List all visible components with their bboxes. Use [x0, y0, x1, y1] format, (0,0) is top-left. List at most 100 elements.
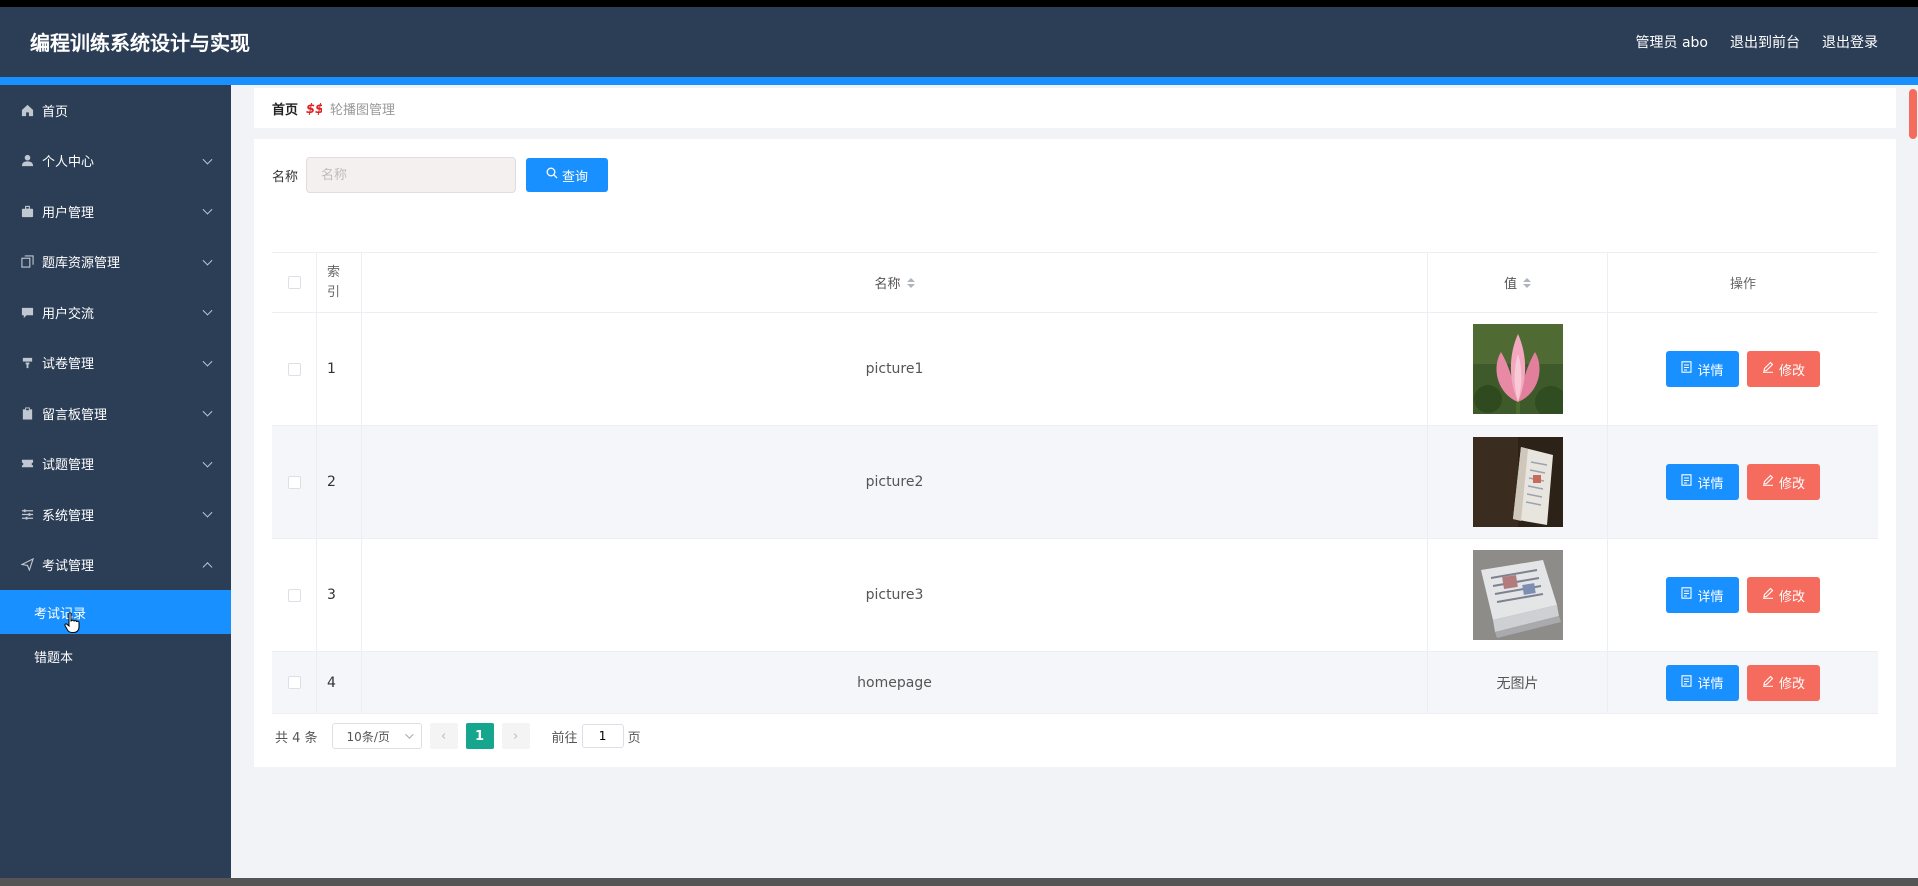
briefcase-icon: [20, 204, 34, 218]
sidebar-item-system-management[interactable]: 系统管理: [0, 489, 231, 540]
user-icon: [20, 154, 34, 168]
sidebar-item-user-exchange[interactable]: 用户交流: [0, 287, 231, 338]
edit-button[interactable]: 修改: [1747, 664, 1820, 701]
edit-button-label: 修改: [1778, 363, 1805, 379]
admin-user-label: 管理员 abo: [1635, 35, 1708, 51]
sidebar: 首页 个人中心 用户管理 题库资源管理 用户交流 试卷管理 留言板管理 试题管理…: [0, 85, 231, 886]
row-name: homepage: [857, 674, 932, 691]
detail-button[interactable]: 详情: [1666, 577, 1739, 613]
row-checkbox[interactable]: [287, 362, 301, 376]
edit-button-label: 修改: [1778, 677, 1805, 692]
row-index: 4: [317, 652, 362, 713]
row-checkbox-cell: [272, 426, 317, 538]
newspaper-thumbnail[interactable]: [1472, 550, 1563, 640]
row-checkbox[interactable]: [287, 588, 301, 602]
row-checkbox-cell: [272, 313, 317, 425]
row-checkbox[interactable]: [287, 676, 301, 689]
edit-button-label: 修改: [1778, 589, 1805, 605]
row-value-cell: 无图片: [1428, 652, 1608, 713]
book-thumbnail[interactable]: [1472, 437, 1563, 527]
breadcrumb-home[interactable]: 首页: [272, 99, 298, 118]
name-search-input[interactable]: [306, 157, 517, 193]
select-all-cell: [272, 253, 317, 312]
row-value-cell: [1428, 539, 1608, 651]
detail-button-label: 详情: [1697, 589, 1724, 605]
sidebar-item-label: 用户管理: [42, 205, 95, 221]
exit-to-frontend-link[interactable]: 退出到前台: [1730, 32, 1800, 52]
chevron-down-icon: [202, 255, 213, 266]
logout-link[interactable]: 退出登录: [1822, 32, 1878, 52]
sidebar-item-label: 首页: [42, 104, 69, 120]
row-index: 1: [317, 313, 362, 425]
sidebar-item-exam-management[interactable]: 考试管理: [0, 540, 231, 591]
detail-button[interactable]: 详情: [1666, 664, 1739, 701]
chevron-down-icon: [202, 406, 213, 417]
row-name-cell: picture1: [362, 313, 1428, 425]
row-index: 3: [317, 539, 362, 651]
edit-button[interactable]: 修改: [1747, 464, 1820, 500]
page-size-select[interactable]: 10条/页: [331, 723, 422, 749]
goto-page-input[interactable]: [581, 724, 624, 748]
page-number-current[interactable]: 1: [465, 723, 494, 749]
header-actions: 管理员 abo 退出到前台 退出登录: [1636, 32, 1878, 52]
sidebar-item-message-board[interactable]: 留言板管理: [0, 388, 231, 439]
sliders-icon: [20, 507, 34, 521]
sidebar-item-label: 个人中心: [42, 155, 95, 171]
pagination: 共 4 条 10条/页 ‹ 1 › 前往 页: [272, 723, 641, 749]
detail-button-label: 详情: [1697, 363, 1724, 379]
row-actions: 详情 修改: [1608, 652, 1878, 713]
chevron-right-icon: ›: [512, 728, 519, 744]
search-bar: 名称 查询: [272, 157, 609, 193]
detail-button[interactable]: 详情: [1666, 464, 1739, 500]
chevron-down-icon: [202, 507, 213, 518]
scrollbar-thumb[interactable]: [1909, 89, 1917, 139]
edit-button-label: 修改: [1778, 476, 1805, 492]
sort-icon[interactable]: [1523, 277, 1531, 288]
window-top-border: [0, 0, 1918, 7]
document-icon: [1681, 587, 1693, 603]
row-name: picture1: [865, 361, 924, 377]
column-header-value[interactable]: 值: [1428, 253, 1608, 312]
sidebar-subitem-wrong-questions[interactable]: 错题本: [0, 634, 231, 678]
copy-icon: [20, 255, 34, 269]
edit-icon: [1762, 361, 1774, 377]
lotus-thumbnail[interactable]: [1472, 324, 1563, 414]
chevron-down-icon: [202, 305, 213, 316]
sidebar-item-label: 题库资源管理: [42, 256, 121, 272]
column-header-name[interactable]: 名称: [362, 253, 1428, 312]
query-button[interactable]: 查询: [526, 158, 609, 192]
sidebar-item-home[interactable]: 首页: [0, 85, 231, 136]
sidebar-item-question-bank[interactable]: 题库资源管理: [0, 237, 231, 288]
row-actions: 详情 修改: [1608, 426, 1878, 538]
sidebar-item-label: 用户交流: [42, 306, 95, 322]
vertical-scrollbar[interactable]: [1908, 85, 1918, 886]
sidebar-item-label: 考试管理: [42, 559, 95, 575]
sidebar-item-personal-center[interactable]: 个人中心: [0, 136, 231, 187]
row-checkbox[interactable]: [287, 475, 301, 489]
goto-label: 前往: [551, 730, 578, 746]
edit-button[interactable]: 修改: [1747, 577, 1820, 613]
search-icon: [546, 167, 558, 183]
sidebar-item-user-management[interactable]: 用户管理: [0, 186, 231, 237]
send-icon: [20, 558, 34, 572]
home-icon: [20, 103, 34, 117]
table-row: 3 picture3 详情 修改: [272, 539, 1878, 652]
sidebar-item-question-management[interactable]: 试题管理: [0, 439, 231, 490]
sort-icon[interactable]: [906, 277, 915, 288]
document-icon: [1681, 674, 1693, 691]
next-page-button[interactable]: ›: [501, 723, 530, 749]
sidebar-subitem-exam-records[interactable]: 考试记录: [0, 590, 231, 634]
sidebar-item-label: 试卷管理: [42, 357, 95, 373]
row-index: 2: [317, 426, 362, 538]
edit-icon: [1762, 675, 1774, 691]
sidebar-item-paper-management[interactable]: 试卷管理: [0, 338, 231, 389]
search-label: 名称: [272, 169, 299, 185]
chevron-down-icon: [202, 154, 213, 165]
detail-button[interactable]: 详情: [1666, 351, 1739, 387]
document-icon: [1681, 474, 1693, 490]
prev-page-button[interactable]: ‹: [429, 723, 458, 749]
edit-button[interactable]: 修改: [1747, 351, 1820, 387]
detail-button-label: 详情: [1697, 476, 1724, 492]
select-all-checkbox[interactable]: [287, 276, 301, 289]
chevron-down-icon: [202, 457, 213, 468]
